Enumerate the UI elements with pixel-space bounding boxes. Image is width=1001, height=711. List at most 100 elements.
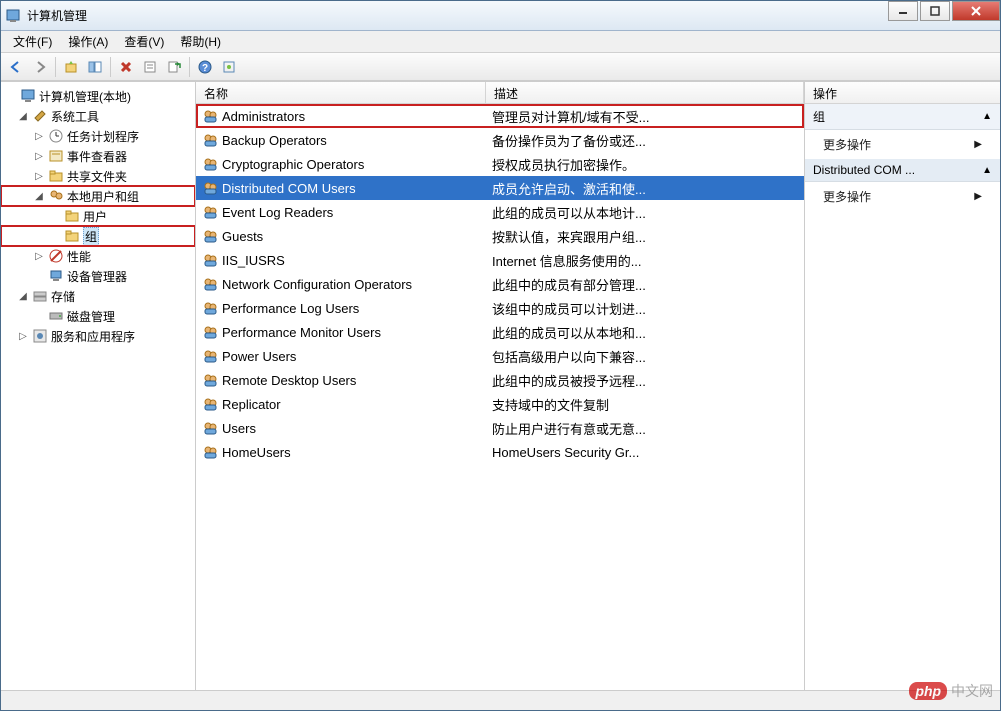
tree-device-manager[interactable]: 设备管理器 (1, 266, 195, 286)
list-row[interactable]: Event Log Readers此组的成员可以从本地计... (196, 200, 804, 224)
tree-local-users-groups[interactable]: ◢ 本地用户和组 (1, 186, 195, 206)
cell-name: Cryptographic Operators (196, 156, 486, 172)
export-button[interactable] (163, 56, 185, 78)
actions-section-selected[interactable]: Distributed COM ... ▲ (805, 159, 1000, 182)
help-button[interactable]: ? (194, 56, 216, 78)
list-row[interactable]: IIS_IUSRSInternet 信息服务使用的... (196, 248, 804, 272)
tree-shared-folders[interactable]: ▷ 共享文件夹 (1, 166, 195, 186)
show-hide-tree-button[interactable] (84, 56, 106, 78)
list-row[interactable]: Performance Monitor Users此组的成员可以从本地和... (196, 320, 804, 344)
watermark-brand: php (909, 682, 947, 700)
tree-label: 事件查看器 (67, 148, 127, 165)
list-body[interactable]: Administrators管理员对计算机/域有不受...Backup Oper… (196, 104, 804, 690)
row-name: Event Log Readers (222, 205, 333, 220)
list-row[interactable]: Performance Log Users该组中的成员可以计划进... (196, 296, 804, 320)
app-icon (5, 8, 21, 24)
tree-performance[interactable]: ▷ 性能 (1, 246, 195, 266)
tree-root[interactable]: 计算机管理(本地) (1, 86, 195, 106)
column-header-name[interactable]: 名称 (196, 82, 486, 103)
list-row[interactable]: Remote Desktop Users 此组中的成员被授予远程... (196, 368, 804, 392)
up-button[interactable] (60, 56, 82, 78)
tree-label: 用户 (83, 208, 107, 225)
cell-desc: 管理员对计算机/域有不受... (486, 107, 804, 126)
group-icon (202, 204, 218, 220)
list-row[interactable]: Replicator支持域中的文件复制 (196, 392, 804, 416)
group-icon (202, 132, 218, 148)
list-pane: 名称 描述 Administrators管理员对计算机/域有不受...Backu… (196, 82, 805, 690)
tools-icon (32, 108, 48, 124)
cell-desc: 此组中的成员被授予远程... (486, 371, 804, 390)
watermark: php 中文网 (909, 681, 993, 701)
services-icon (32, 328, 48, 344)
submenu-arrow-icon: ▶ (974, 139, 982, 150)
delete-button[interactable] (115, 56, 137, 78)
list-row[interactable]: Guests按默认值，来宾跟用户组... (196, 224, 804, 248)
tree-users[interactable]: 用户 (1, 206, 195, 226)
cell-desc: 按默认值，来宾跟用户组... (486, 227, 804, 246)
column-header-desc[interactable]: 描述 (486, 82, 804, 103)
refresh-button[interactable] (218, 56, 240, 78)
list-row[interactable]: Administrators管理员对计算机/域有不受... (196, 104, 804, 128)
group-icon (202, 396, 218, 412)
actions-body: 组 ▲ 更多操作 ▶ Distributed COM ... ▲ 更多操作 ▶ (805, 104, 1000, 690)
tree-task-scheduler[interactable]: ▷ 任务计划程序 (1, 126, 195, 146)
expand-icon[interactable]: ▷ (33, 171, 45, 182)
cell-desc: 防止用户进行有意或无意... (486, 419, 804, 438)
close-button[interactable] (952, 1, 1000, 21)
list-row[interactable]: HomeUsersHomeUsers Security Gr... (196, 440, 804, 464)
properties-button[interactable] (139, 56, 161, 78)
tree-event-viewer[interactable]: ▷ 事件查看器 (1, 146, 195, 166)
expand-icon[interactable]: ▷ (17, 331, 29, 342)
menubar: 文件(F) 操作(A) 查看(V) 帮助(H) (1, 31, 1000, 53)
cell-desc: 成员允许启动、激活和使... (486, 179, 804, 198)
tree-systools[interactable]: ◢ 系统工具 (1, 106, 195, 126)
watermark-text: 中文网 (951, 683, 993, 699)
list-row[interactable]: Network Configuration Operators此组中的成员有部分… (196, 272, 804, 296)
expand-icon[interactable]: ▷ (33, 131, 45, 142)
list-row[interactable]: Cryptographic Operators授权成员执行加密操作。 (196, 152, 804, 176)
cell-name: Replicator (196, 396, 486, 412)
list-row[interactable]: Users 防止用户进行有意或无意... (196, 416, 804, 440)
row-name: Users (222, 421, 256, 436)
collapse-arrow-icon: ▲ (982, 111, 992, 122)
cell-desc: 支持域中的文件复制 (486, 395, 804, 414)
menu-file[interactable]: 文件(F) (7, 31, 58, 52)
cell-desc: Internet 信息服务使用的... (486, 251, 804, 270)
toolbar-separator (189, 57, 190, 77)
group-icon (202, 420, 218, 436)
menu-help[interactable]: 帮助(H) (174, 31, 227, 52)
tree-pane[interactable]: 计算机管理(本地) ◢ 系统工具 ▷ 任务计划程序 ▷ 事件查看器 ▷ 共享文件… (1, 82, 196, 690)
collapse-icon[interactable]: ◢ (33, 191, 45, 202)
expand-icon[interactable]: ▷ (33, 251, 45, 262)
actions-link-label: 更多操作 (823, 136, 871, 153)
tree-storage[interactable]: ◢ 存储 (1, 286, 195, 306)
tree-disk-management[interactable]: 磁盘管理 (1, 306, 195, 326)
forward-button[interactable] (29, 56, 51, 78)
list-header: 名称 描述 (196, 82, 804, 104)
actions-more-2[interactable]: 更多操作 ▶ (805, 182, 1000, 211)
expand-icon[interactable]: ▷ (33, 151, 45, 162)
minimize-button[interactable] (888, 1, 918, 21)
actions-section-groups[interactable]: 组 ▲ (805, 104, 1000, 130)
list-row[interactable]: Power Users包括高级用户以向下兼容... (196, 344, 804, 368)
status-bar (1, 690, 1000, 710)
cell-name: Power Users (196, 348, 486, 364)
actions-more-1[interactable]: 更多操作 ▶ (805, 130, 1000, 159)
group-icon (202, 252, 218, 268)
collapse-icon[interactable]: ◢ (17, 111, 29, 122)
storage-icon (32, 288, 48, 304)
list-row[interactable]: Distributed COM Users成员允许启动、激活和使... (196, 176, 804, 200)
collapse-icon[interactable]: ◢ (17, 291, 29, 302)
list-row[interactable]: Backup Operators备份操作员为了备份或还... (196, 128, 804, 152)
menu-view[interactable]: 查看(V) (118, 31, 170, 52)
toolbar: ? (1, 53, 1000, 81)
cell-desc: 此组中的成员有部分管理... (486, 275, 804, 294)
menu-action[interactable]: 操作(A) (62, 31, 114, 52)
back-button[interactable] (5, 56, 27, 78)
row-name: Remote Desktop Users (222, 373, 356, 388)
tree-groups[interactable]: 组 (1, 226, 195, 246)
tree-label: 计算机管理(本地) (39, 88, 131, 105)
maximize-button[interactable] (920, 1, 950, 21)
cell-name: IIS_IUSRS (196, 252, 486, 268)
tree-services-apps[interactable]: ▷ 服务和应用程序 (1, 326, 195, 346)
